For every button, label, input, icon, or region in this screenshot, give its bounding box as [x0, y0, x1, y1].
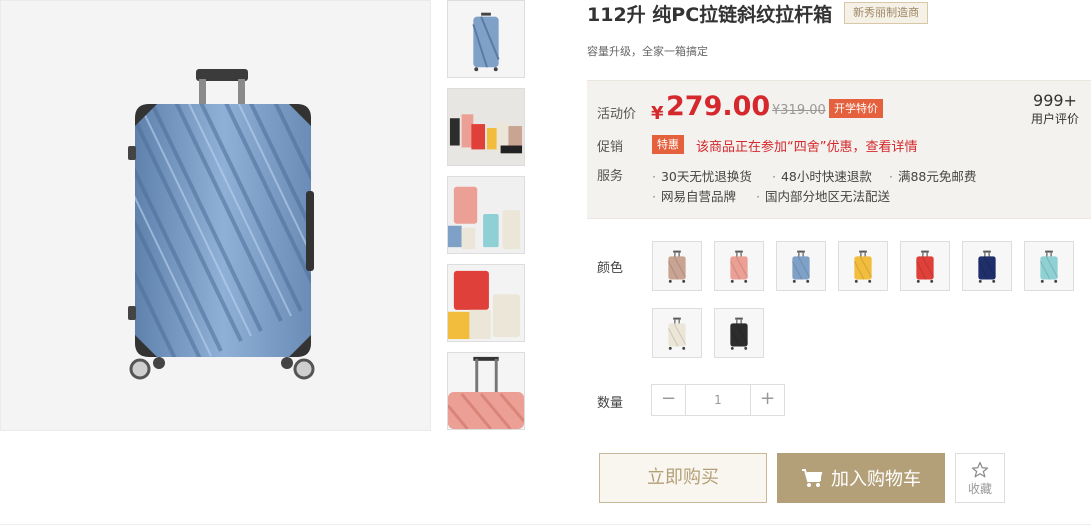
color-swatch-yellow[interactable]	[838, 241, 888, 291]
thumbnail-2[interactable]	[447, 88, 525, 166]
product-subtitle: 容量升级，全家一箱搞定	[587, 45, 708, 58]
promotion-text[interactable]: 该商品正在参加“四舍”优惠，查看详情	[696, 136, 917, 155]
review-label: 用户评价	[1030, 112, 1079, 126]
bottom-divider	[0, 524, 1091, 525]
color-swatch-mint[interactable]	[1024, 241, 1074, 291]
service-item: 网易自营品牌	[652, 186, 736, 205]
original-price: ¥319.00	[772, 103, 826, 118]
suitcase-image	[128, 69, 315, 380]
favorite-label: 收藏	[967, 482, 992, 496]
thumbnail-4[interactable]	[447, 264, 525, 342]
color-swatch-black[interactable]	[714, 308, 764, 358]
maker-tag[interactable]: 新秀丽制造商	[844, 2, 929, 24]
thumbnail-5[interactable]	[447, 352, 525, 430]
buy-now-button[interactable]: 立即购买	[599, 453, 767, 503]
service-item: 30天无忧退换货	[652, 166, 752, 185]
title-row: 112升 纯PC拉链斜纹拉杆箱 新秀丽制造商	[587, 0, 929, 26]
promotion-badge: 特惠	[652, 135, 684, 154]
add-to-cart-button[interactable]: 加入购物车	[777, 453, 945, 503]
cart-icon	[802, 469, 823, 487]
price-currency: ¥	[651, 103, 664, 124]
quantity-minus-button[interactable]: −	[652, 385, 686, 415]
add-to-cart-label: 加入购物车	[831, 469, 921, 490]
price-label: 活动价	[597, 107, 637, 122]
service-item: 满88元免邮费	[889, 166, 976, 185]
service-label: 服务	[597, 169, 624, 184]
quantity-label: 数量	[597, 396, 624, 411]
favorite-button[interactable]: 收藏	[955, 453, 1005, 503]
color-swatch-cream[interactable]	[652, 308, 702, 358]
quantity-stepper: − +	[651, 384, 785, 416]
color-swatch-navy[interactable]	[962, 241, 1012, 291]
color-swatch-blue[interactable]	[776, 241, 826, 291]
reviews-link[interactable]: 999+ 用户评价	[1031, 91, 1079, 128]
thumbnail-3[interactable]	[447, 176, 525, 254]
color-label: 颜色	[597, 261, 624, 276]
color-swatch-pink[interactable]	[714, 241, 764, 291]
color-swatch-rose-gold[interactable]	[652, 241, 702, 291]
price-badge: 开学特价	[829, 99, 883, 118]
service-item: 国内部分地区无法配送	[756, 186, 890, 205]
service-item: 48小时快速退款	[772, 166, 872, 185]
star-icon	[971, 461, 989, 478]
color-swatch-red[interactable]	[900, 241, 950, 291]
review-count: 999+	[1033, 91, 1077, 110]
quantity-plus-button[interactable]: +	[750, 385, 784, 415]
product-title: 112升 纯PC拉链斜纹拉杆箱	[587, 3, 833, 26]
quantity-input[interactable]	[686, 385, 750, 415]
promotion-label: 促销	[597, 140, 624, 155]
thumbnail-1[interactable]	[447, 0, 525, 78]
current-price: 279.00	[666, 91, 771, 122]
price-panel: 活动价 ¥ 279.00 ¥319.00 开学特价 999+ 用户评价 促销 特…	[587, 80, 1091, 219]
main-product-image	[0, 0, 431, 431]
